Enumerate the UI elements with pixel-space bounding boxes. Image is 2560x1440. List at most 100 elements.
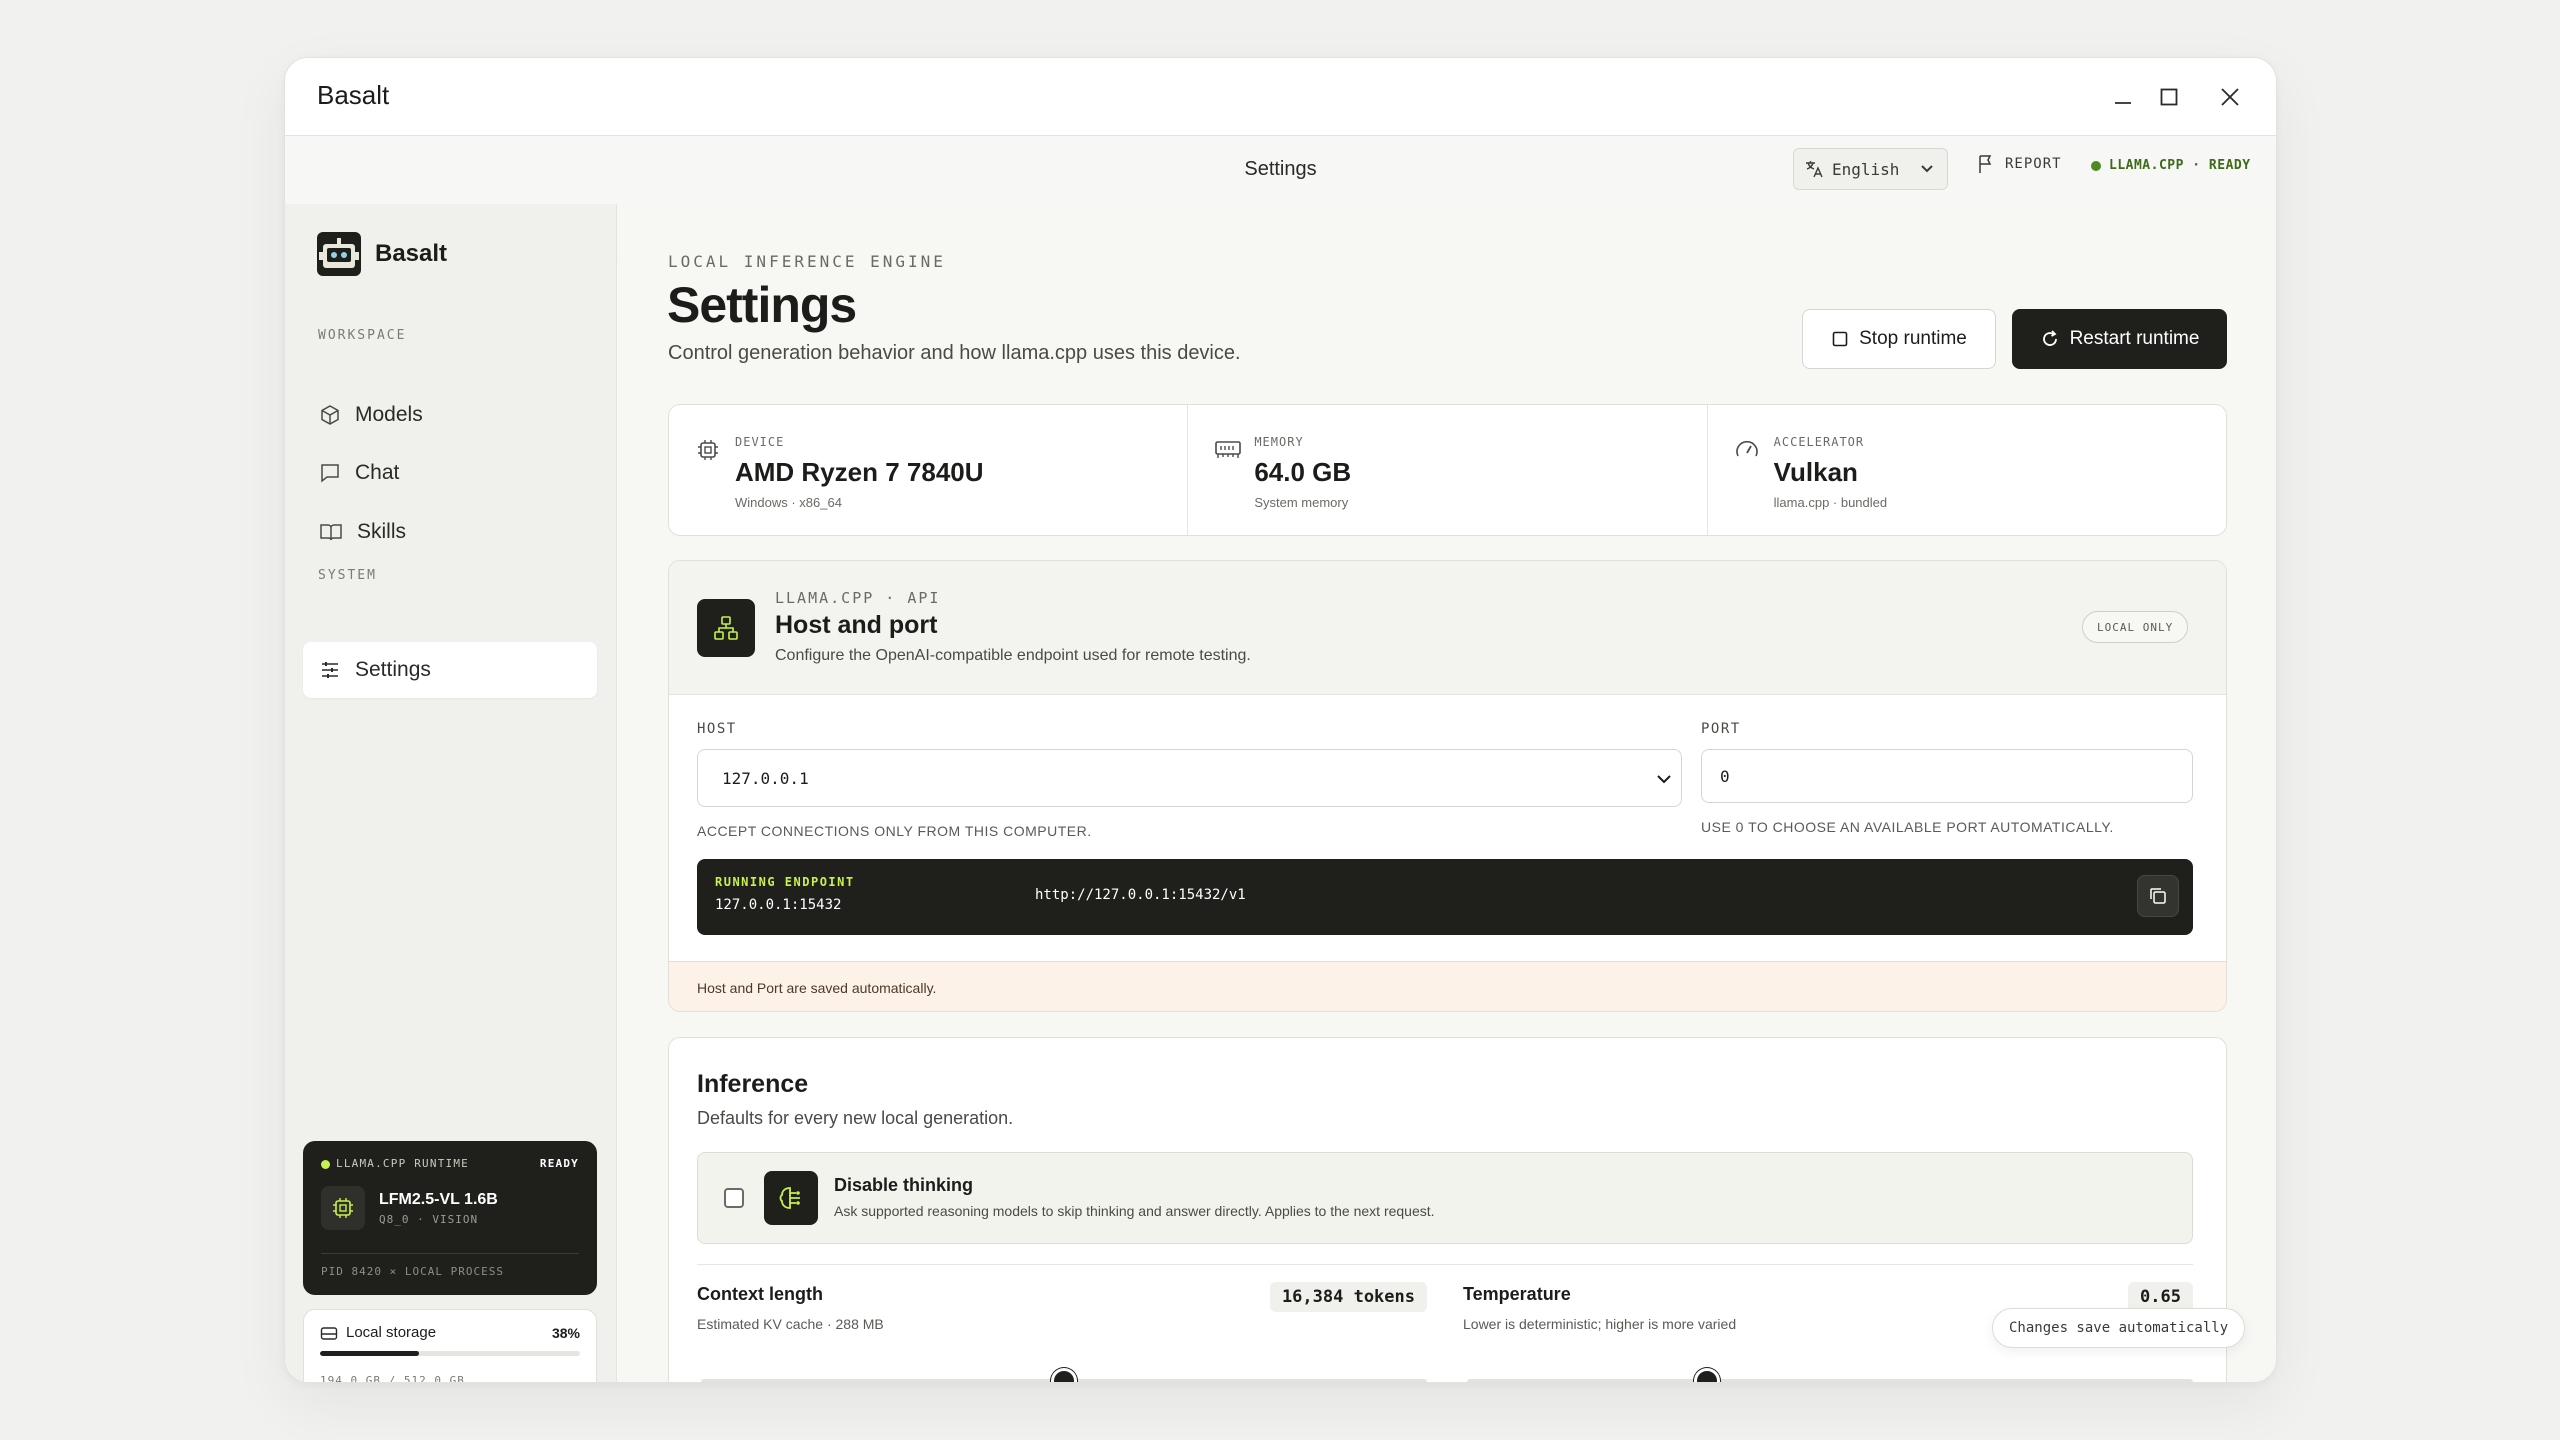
stat-sub: llama.cpp · bundled — [1773, 495, 1888, 510]
workspace-heading: WORKSPACE — [318, 328, 407, 343]
storage-percent: 38% — [551, 1324, 580, 1341]
sidebar-item-models[interactable]: Models — [303, 387, 597, 443]
endpoint-label: RUNNING ENDPOINT — [715, 875, 855, 889]
app-window: Basalt Settings English REPORT LLAMA.CPP… — [284, 57, 2277, 1383]
sidebar-item-label: Chat — [355, 461, 400, 484]
stop-icon — [1832, 331, 1848, 347]
chevron-down-icon — [1921, 165, 1933, 173]
stat-accelerator: ACCELERATOR Vulkan llama.cpp · bundled — [1708, 405, 2226, 535]
report-button[interactable]: REPORT — [1977, 154, 2062, 174]
runtime-pid: PID 8420 × LOCAL PROCESS — [321, 1265, 504, 1278]
host-hint: ACCEPT CONNECTIONS ONLY FROM THIS COMPUT… — [697, 823, 1092, 839]
api-description: Configure the OpenAI-compatible endpoint… — [775, 647, 1251, 664]
api-eyebrow: LLAMA.CPP · API — [775, 589, 941, 607]
runtime-label: LLAMA.CPP RUNTIME — [336, 1157, 469, 1170]
sidebar: Basalt WORKSPACE Models Chat Skills SYST… — [285, 204, 617, 1383]
autosave-notice: Host and Port are saved automatically. — [669, 961, 2226, 1011]
page-subtitle: Control generation behavior and how llam… — [668, 342, 1241, 364]
disable-thinking-checkbox[interactable] — [724, 1188, 744, 1208]
hard-drive-icon — [320, 1326, 338, 1340]
system-heading: SYSTEM — [318, 568, 377, 583]
restart-runtime-label: Restart runtime — [2069, 328, 2200, 349]
host-value: 127.0.0.1 — [722, 768, 809, 788]
endpoint-url: http://127.0.0.1:15432/v1 — [1035, 887, 1246, 903]
stop-runtime-button[interactable]: Stop runtime — [1802, 309, 1996, 369]
stat-sub: Windows · x86_64 — [735, 495, 842, 510]
cube-icon — [321, 405, 339, 425]
host-label: HOST — [697, 721, 737, 737]
inference-title: Inference — [697, 1070, 809, 1098]
temperature-slider-handle[interactable] — [1693, 1368, 1720, 1382]
sidebar-item-chat[interactable]: Chat — [303, 445, 597, 501]
window-title: Basalt — [317, 80, 390, 110]
page-eyebrow: LOCAL INFERENCE ENGINE — [668, 252, 946, 271]
chat-icon — [321, 464, 339, 483]
temperature-sub: Lower is deterministic; higher is more v… — [1463, 1316, 1737, 1332]
brand-name: Basalt — [375, 240, 448, 267]
context-length-sub: Estimated KV cache · 288 MB — [697, 1316, 884, 1332]
temperature-title: Temperature — [1463, 1284, 1571, 1304]
disable-thinking-description: Ask supported reasoning models to skip t… — [834, 1203, 1435, 1219]
sidebar-item-label: Skills — [357, 520, 407, 543]
port-input[interactable]: 0 — [1701, 749, 2193, 803]
runtime-status: LLAMA.CPP · READY — [2091, 158, 2251, 173]
copy-endpoint-button[interactable] — [2137, 875, 2179, 917]
status-label: LLAMA.CPP · READY — [2109, 158, 2251, 173]
context-length-slider-handle[interactable] — [1051, 1368, 1077, 1382]
sidebar-item-settings[interactable]: Settings — [303, 642, 597, 698]
host-port-card: LLAMA.CPP · API Host and port Configure … — [668, 560, 2227, 1012]
page-title: Settings — [667, 277, 857, 333]
context-length-value: 16,384 tokens — [1269, 1282, 1427, 1312]
endpoint-host: 127.0.0.1:15432 — [715, 897, 842, 913]
runtime-model-name: LFM2.5-VL 1.6B — [379, 1190, 498, 1208]
translate-icon — [1806, 161, 1823, 178]
runtime-dot — [321, 1159, 330, 1169]
chip-icon — [321, 1186, 365, 1230]
context-length-title: Context length — [697, 1284, 823, 1304]
runtime-card[interactable]: LLAMA.CPP RUNTIME READY LFM2.5-VL 1.6B Q… — [303, 1141, 597, 1295]
brand[interactable]: Basalt — [317, 232, 447, 276]
storage-usage: 194.0 GB / 512.0 GB — [320, 1374, 465, 1383]
temperature-slider[interactable] — [1467, 1379, 2193, 1382]
sidebar-item-skills[interactable]: Skills — [303, 504, 597, 560]
stat-value: 64.0 GB — [1254, 457, 1352, 487]
close-icon — [2221, 88, 2239, 106]
stop-runtime-label: Stop runtime — [1859, 328, 1967, 349]
disable-thinking-row[interactable]: Disable thinking Ask supported reasoning… — [697, 1152, 2193, 1244]
stat-sub: System memory — [1254, 495, 1349, 510]
maximize-icon — [2160, 88, 2178, 106]
stat-label: ACCELERATOR — [1773, 435, 1865, 449]
status-dot — [2091, 160, 2101, 171]
system-stats: DEVICE AMD Ryzen 7 7840U Windows · x86_6… — [668, 404, 2227, 536]
book-icon — [320, 524, 342, 541]
main-content: LOCAL INFERENCE ENGINE Settings Control … — [618, 204, 2276, 1382]
network-icon — [697, 599, 755, 657]
restart-runtime-button[interactable]: Restart runtime — [2012, 309, 2227, 369]
sidebar-item-label: Settings — [355, 658, 431, 681]
maximize-button[interactable] — [2146, 74, 2192, 120]
port-hint: USE 0 TO CHOOSE AN AVAILABLE PORT AUTOMA… — [1701, 819, 2114, 835]
cpu-icon — [698, 440, 718, 460]
storage-label: Local storage — [346, 1324, 437, 1341]
autosave-toast: Changes save automatically — [1992, 1308, 2246, 1348]
stat-memory: MEMORY 64.0 GB System memory — [1188, 405, 1708, 535]
language-label: English — [1832, 159, 1900, 179]
runtime-status-badge: READY — [539, 1157, 579, 1170]
sliders-icon — [322, 662, 338, 678]
stat-label: MEMORY — [1254, 435, 1304, 449]
running-endpoint: RUNNING ENDPOINT 127.0.0.1:15432 http://… — [697, 859, 2193, 935]
minimize-button[interactable] — [2100, 74, 2146, 120]
host-select[interactable]: 127.0.0.1 — [697, 749, 1682, 807]
robot-logo-icon — [317, 232, 361, 276]
title-bar: Basalt — [285, 58, 2276, 136]
port-label: PORT — [1701, 721, 1741, 737]
language-select[interactable]: English — [1793, 148, 1948, 190]
gauge-icon — [1735, 440, 1758, 457]
runtime-model-sub: Q8_0 · VISION — [379, 1212, 479, 1226]
close-button[interactable] — [2207, 74, 2253, 120]
storage-progress-bar — [320, 1351, 580, 1356]
stat-device: DEVICE AMD Ryzen 7 7840U Windows · x86_6… — [669, 405, 1189, 535]
memory-icon — [1215, 441, 1242, 458]
inference-description: Defaults for every new local generation. — [697, 1108, 1014, 1128]
stat-label: DEVICE — [735, 435, 785, 449]
